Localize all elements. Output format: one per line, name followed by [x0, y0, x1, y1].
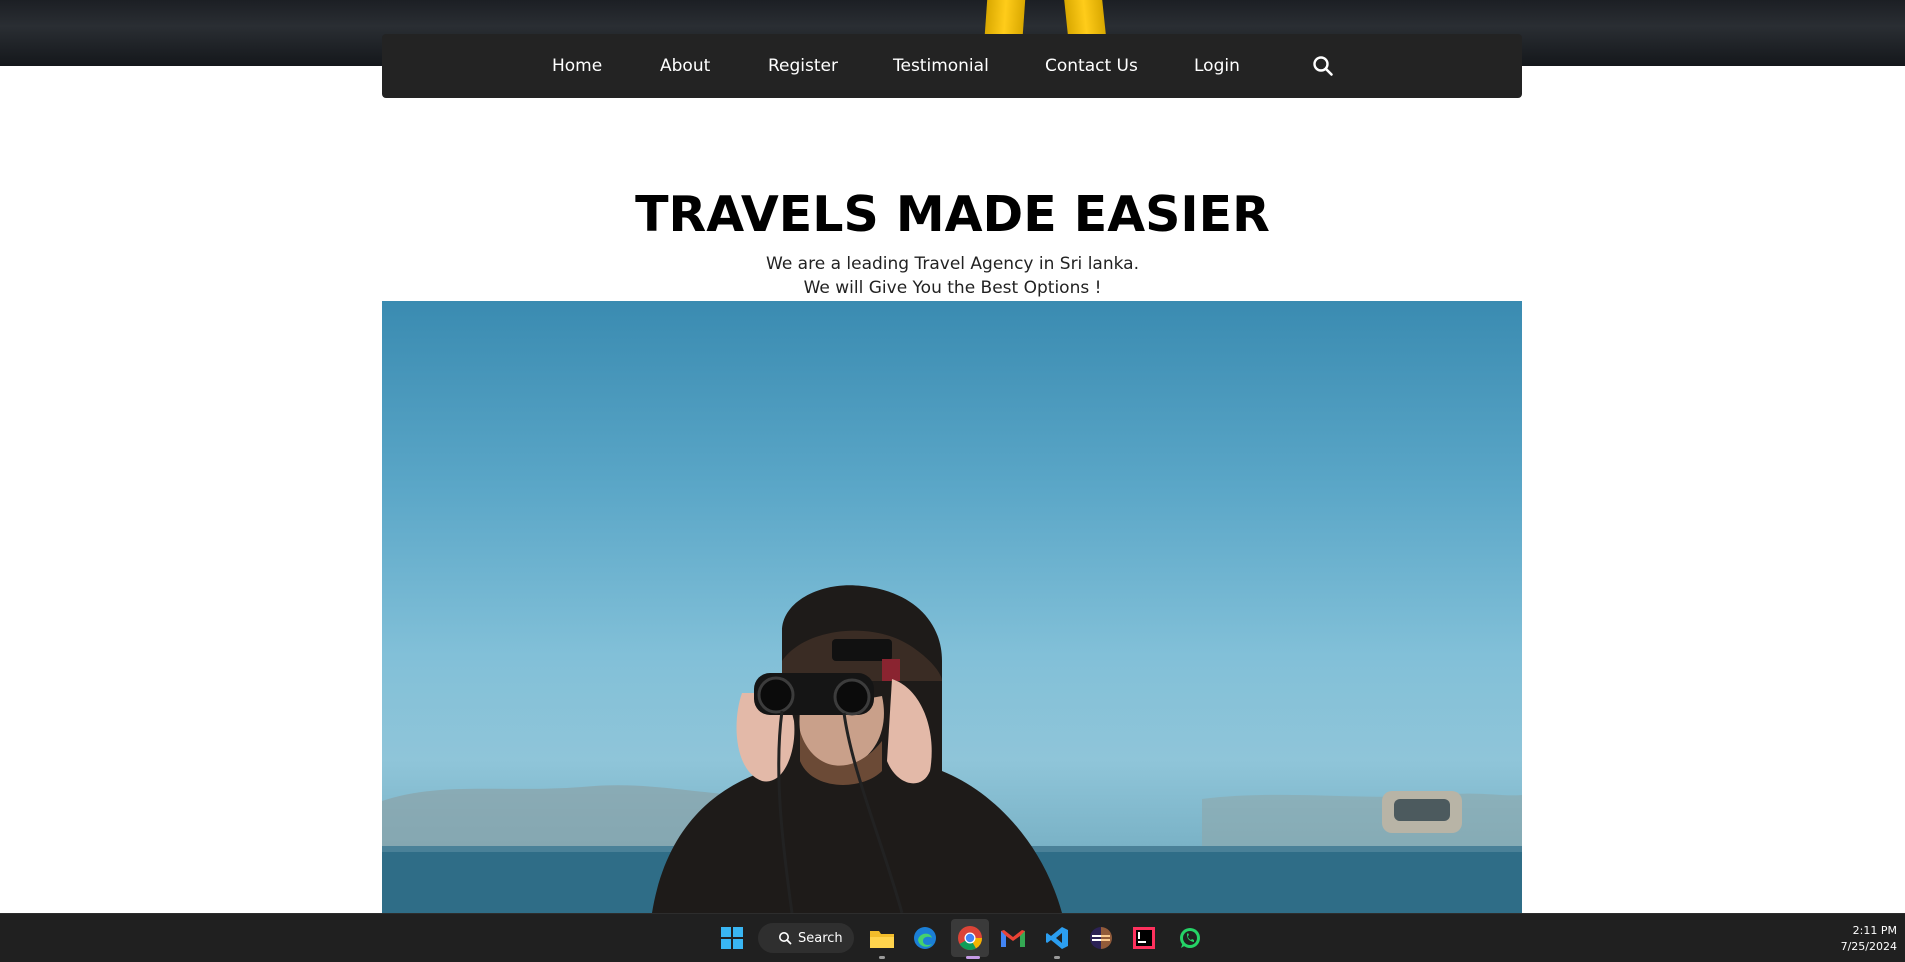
nav-testimonial-link[interactable]: Testimonial	[893, 56, 989, 76]
road-lane-marking	[1064, 0, 1106, 34]
system-clock[interactable]: 2:11 PM 7/25/2024	[1841, 923, 1897, 955]
page-title: TRAVELS MADE EASIER	[635, 186, 1270, 243]
intellij-icon[interactable]	[1130, 924, 1158, 952]
eclipse-icon[interactable]	[1087, 924, 1115, 952]
clock-time: 2:11 PM	[1852, 924, 1897, 937]
file-explorer-icon[interactable]	[868, 924, 896, 952]
nav-about-link[interactable]: About	[660, 56, 710, 76]
main-navbar: Home About Register Testimonial Contact …	[382, 34, 1522, 98]
taskbar-search-label: Search	[798, 930, 843, 946]
vscode-icon[interactable]	[1043, 924, 1071, 952]
tagline-line-2: We will Give You the Best Options !	[803, 278, 1102, 298]
search-icon	[779, 932, 792, 945]
nav-home-link[interactable]: Home	[552, 56, 602, 76]
active-app-indicator	[966, 956, 980, 959]
windows-taskbar: Search 2:11 PM 7/25/2024	[0, 913, 1905, 962]
running-indicator	[879, 956, 885, 959]
road-lane-marking	[984, 0, 1026, 34]
taskbar-search-button[interactable]: Search	[758, 923, 854, 953]
nav-login-link[interactable]: Login	[1194, 56, 1240, 76]
windows-start-icon[interactable]	[718, 924, 746, 952]
chrome-icon[interactable]	[956, 924, 984, 952]
nav-register-link[interactable]: Register	[768, 56, 838, 76]
clock-date: 7/25/2024	[1840, 940, 1897, 953]
running-indicator	[1054, 956, 1060, 959]
whatsapp-icon[interactable]	[1176, 924, 1204, 952]
hero-image-binoculars	[382, 301, 1522, 913]
search-icon[interactable]	[1312, 55, 1334, 77]
edge-icon[interactable]	[911, 924, 939, 952]
gmail-icon[interactable]	[999, 924, 1027, 952]
tagline-line-1: We are a leading Travel Agency in Sri la…	[766, 254, 1139, 274]
nav-contact-link[interactable]: Contact Us	[1045, 56, 1138, 76]
